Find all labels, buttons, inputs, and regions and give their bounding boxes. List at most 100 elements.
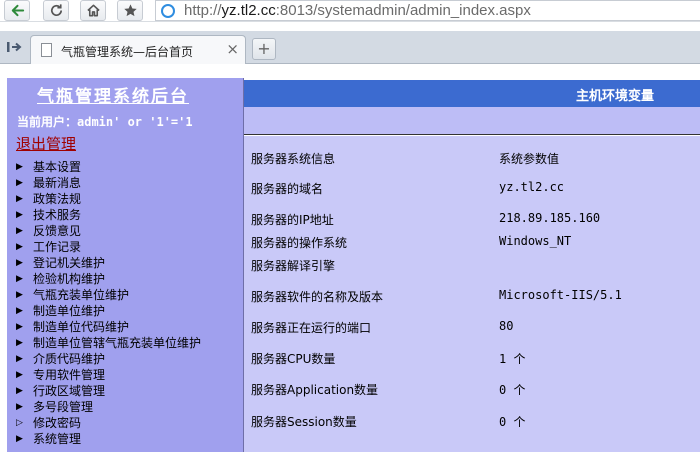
menu-arrow-icon: ▶ bbox=[16, 162, 23, 172]
sidebar-item[interactable]: ▶ 行政区域管理 bbox=[16, 383, 201, 399]
sidebar-item-label: 登记机关维护 bbox=[33, 256, 106, 270]
table-row: 服务器的IP地址 218.89.185.160 bbox=[244, 211, 700, 227]
section-subheader bbox=[244, 107, 700, 135]
sidebar-item-label: 制造单位管辖气瓶充装单位维护 bbox=[33, 336, 202, 350]
info-key: 服务器系统信息 bbox=[251, 152, 336, 166]
sidebar-item[interactable]: ▶ 气瓶充装单位维护 bbox=[16, 287, 201, 303]
info-value: Windows_NT bbox=[499, 234, 572, 248]
sidebar-item-label: 制造单位代码维护 bbox=[33, 320, 130, 334]
menu-arrow-icon: ▶ bbox=[16, 210, 23, 220]
site-info-icon bbox=[161, 4, 175, 18]
table-row: 服务器正在运行的端口 80 bbox=[244, 319, 700, 335]
sidebar-item-label: 气瓶充装单位维护 bbox=[33, 288, 130, 302]
sidebar-item[interactable]: ▶ 介质代码维护 bbox=[16, 351, 201, 367]
info-key: 服务器的操作系统 bbox=[251, 236, 348, 250]
sidebar-item-label: 系统管理 bbox=[33, 432, 82, 446]
menu-arrow-icon: ▶ bbox=[16, 290, 23, 300]
current-user-label: 当前用户：admin' or '1'='1 bbox=[17, 115, 193, 129]
site-title: 气瓶管理系统后台 bbox=[37, 87, 189, 107]
browser-navigation-bar: http://yz.tl2.cc:8013/systemadmin/admin_… bbox=[0, 0, 700, 22]
sidebar-item[interactable]: ▷ 修改密码 bbox=[16, 415, 201, 431]
star-icon bbox=[123, 4, 137, 17]
sidebar-item-label: 政策法规 bbox=[33, 192, 82, 206]
menu-arrow-icon: ▷ bbox=[16, 418, 23, 428]
menu-arrow-icon: ▶ bbox=[16, 402, 23, 412]
sidebar-item-label: 工作记录 bbox=[33, 240, 82, 254]
table-row: 服务器Session数量 0 个 bbox=[244, 413, 700, 429]
sidebar-toggle-icon[interactable] bbox=[6, 40, 22, 54]
sidebar-item[interactable]: ▶ 最新消息 bbox=[16, 175, 201, 191]
active-tab[interactable]: 气瓶管理系统—后台首页 × bbox=[30, 35, 246, 64]
menu-arrow-icon: ▶ bbox=[16, 306, 23, 316]
sidebar-item-label: 专用软件管理 bbox=[33, 368, 106, 382]
table-row: 服务器解译引擎 bbox=[244, 257, 700, 273]
sidebar-item[interactable]: ▶ 制造单位代码维护 bbox=[16, 319, 201, 335]
table-row: 服务器的域名 yz.tl2.cc bbox=[244, 180, 700, 196]
menu-arrow-icon: ▶ bbox=[16, 258, 23, 268]
page-icon bbox=[41, 43, 52, 57]
main-frame: 主机环境变量 服务器系统信息 系统参数值服务器的域名 yz.tl2.cc 服务器的IP… bbox=[243, 78, 700, 452]
bookmark-star-button[interactable] bbox=[117, 0, 143, 21]
left-menu-frame: 气瓶管理系统后台 当前用户：admin' or '1'='1 退出管理 ▶ 基本设… bbox=[7, 78, 243, 452]
sidebar-item-label: 多号段管理 bbox=[33, 400, 94, 414]
address-url: http://yz.tl2.cc:8013/systemadmin/admin_… bbox=[184, 2, 531, 19]
info-value: 218.89.185.160 bbox=[499, 211, 601, 225]
menu-arrow-icon: ▶ bbox=[16, 274, 23, 284]
url-path: :8013/systemadmin/admin_index.aspx bbox=[275, 2, 531, 19]
address-bar[interactable]: http://yz.tl2.cc:8013/systemadmin/admin_… bbox=[155, 0, 700, 21]
sidebar-item[interactable]: ▶ 检验机构维护 bbox=[16, 271, 201, 287]
close-tab-icon[interactable]: × bbox=[226, 41, 239, 57]
sidebar-item[interactable]: ▶ 制造单位维护 bbox=[16, 303, 201, 319]
table-row: 服务器系统信息 系统参数值 bbox=[244, 150, 700, 166]
table-row: 服务器Application数量 0 个 bbox=[244, 381, 700, 397]
sidebar-item[interactable]: ▶ 系统管理 bbox=[16, 431, 201, 447]
sidebar-item[interactable]: ▶ 多号段管理 bbox=[16, 399, 201, 415]
info-value: 1 个 bbox=[499, 352, 526, 366]
table-row: 服务器软件的名称及版本 Microsoft-IIS/5.1 bbox=[244, 288, 700, 304]
info-value: Microsoft-IIS/5.1 bbox=[499, 288, 622, 302]
sidebar-item[interactable]: ▶ 技术服务 bbox=[16, 207, 201, 223]
info-key: 服务器Session数量 bbox=[251, 415, 357, 429]
menu-arrow-icon: ▶ bbox=[16, 322, 23, 332]
sidebar-item[interactable]: ▶ 基本设置 bbox=[16, 159, 201, 175]
server-info-table: 服务器系统信息 系统参数值服务器的域名 yz.tl2.cc 服务器的IP地址 218.8… bbox=[244, 136, 700, 452]
sidebar-item-label: 行政区域管理 bbox=[33, 384, 106, 398]
sidebar-item-label: 介质代码维护 bbox=[33, 352, 106, 366]
home-button[interactable] bbox=[80, 0, 106, 21]
back-button[interactable] bbox=[4, 0, 30, 21]
menu-arrow-icon: ▶ bbox=[16, 370, 23, 380]
url-scheme: http:// bbox=[184, 2, 222, 19]
sidebar-item[interactable]: ▶ 登记机关维护 bbox=[16, 255, 201, 271]
sidebar-item-label: 最新消息 bbox=[33, 176, 82, 190]
info-value: 系统参数值 bbox=[499, 152, 560, 166]
logout-link[interactable]: 退出管理 bbox=[16, 133, 76, 154]
sidebar-item-label: 基本设置 bbox=[33, 160, 82, 174]
menu-arrow-icon: ▶ bbox=[16, 386, 23, 396]
info-value: 80 bbox=[499, 319, 514, 333]
refresh-icon bbox=[50, 4, 62, 16]
home-icon bbox=[86, 4, 100, 17]
tab-title: 气瓶管理系统—后台首页 bbox=[61, 45, 194, 59]
sidebar-item[interactable]: ▶ 政策法规 bbox=[16, 191, 201, 207]
info-key: 服务器解译引擎 bbox=[251, 259, 336, 273]
menu-arrow-icon: ▶ bbox=[16, 338, 23, 348]
admin-menu: ▶ 基本设置 ▶ 最新消息 ▶ 政策法规 ▶ 技术服务 ▶ 反馈意见 ▶ 工作记录 ▶ 登记机关维护 ▶ 检验… bbox=[16, 159, 201, 447]
menu-arrow-icon: ▶ bbox=[16, 242, 23, 252]
sidebar-item[interactable]: ▶ 制造单位管辖气瓶充装单位维护 bbox=[16, 335, 201, 351]
menu-arrow-icon: ▶ bbox=[16, 434, 23, 444]
menu-arrow-icon: ▶ bbox=[16, 194, 23, 204]
info-value: 0 个 bbox=[499, 383, 526, 397]
refresh-button[interactable] bbox=[43, 0, 69, 21]
new-tab-button[interactable]: + bbox=[252, 38, 276, 60]
info-value: yz.tl2.cc bbox=[499, 180, 565, 194]
sidebar-item[interactable]: ▶ 专用软件管理 bbox=[16, 367, 201, 383]
sidebar-item-label: 修改密码 bbox=[33, 416, 82, 430]
sidebar-item[interactable]: ▶ 工作记录 bbox=[16, 239, 201, 255]
sidebar-item[interactable]: ▶ 反馈意见 bbox=[16, 223, 201, 239]
sidebar-item-label: 技术服务 bbox=[33, 208, 82, 222]
info-key: 服务器正在运行的端口 bbox=[251, 321, 372, 335]
page-content: 气瓶管理系统后台 当前用户：admin' or '1'='1 退出管理 ▶ 基本设… bbox=[0, 64, 700, 452]
section-header: 主机环境变量 bbox=[244, 80, 700, 107]
menu-arrow-icon: ▶ bbox=[16, 354, 23, 364]
table-row: 服务器CPU数量 1 个 bbox=[244, 350, 700, 366]
